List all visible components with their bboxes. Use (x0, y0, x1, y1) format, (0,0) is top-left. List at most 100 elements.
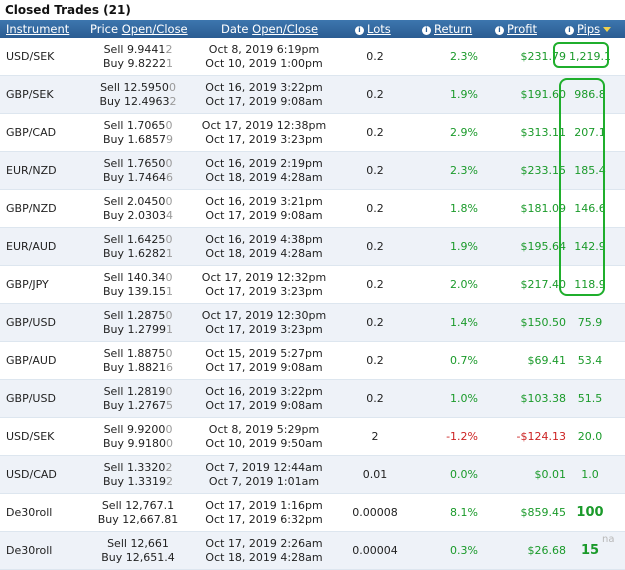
date-cell: Oct 16, 2019 3:22pm Oct 17, 2019 9:08am (205, 80, 323, 108)
date-cell: Oct 16, 2019 2:19pm Oct 18, 2019 4:28am (205, 156, 323, 184)
profit-cell: $26.68 (527, 544, 567, 557)
watermark: na (602, 534, 615, 545)
profit-cell: $217.40 (520, 278, 567, 291)
price-sort-link[interactable]: Open/Close (122, 22, 188, 36)
table-row[interactable]: GBP/JPY Sell 140.340 Buy 139.151 Oct 17, 20… (0, 266, 625, 304)
return-cell: 1.8% (450, 202, 478, 215)
date-cell: Oct 8, 2019 5:29pm Oct 10, 2019 9:50am (205, 422, 323, 450)
table-row[interactable]: EUR/NZD Sell 1.76500 Buy 1.74646 Oct 16, 20… (0, 152, 625, 190)
instrument-cell: GBP/SEK (6, 88, 54, 101)
date-cell: Oct 7, 2019 12:44am Oct 7, 2019 1:01am (205, 460, 323, 488)
highlight-annotation (559, 78, 605, 296)
date-cell: Oct 17, 2019 1:16pm Oct 17, 2019 6:32pm (205, 498, 323, 526)
price-cell: Sell 9.92000 Buy 9.91800 (102, 422, 174, 450)
lots-cell: 0.2 (366, 278, 384, 291)
pips-cell: 100 (576, 505, 604, 520)
col-date[interactable]: Date Open/Close (221, 20, 318, 38)
table-row[interactable]: USD/SEK Sell 9.94412 Buy 9.82221 Oct 8, 201… (0, 38, 625, 76)
price-cell: Sell 1.33202 Buy 1.33192 (102, 460, 174, 488)
date-cell: Oct 17, 2019 12:30pm Oct 17, 2019 3:23pm (201, 308, 327, 336)
return-cell: 2.3% (450, 50, 478, 63)
col-price[interactable]: Price Open/Close (90, 20, 188, 38)
lots-cell: 0.00008 (352, 506, 398, 519)
return-cell: -1.2% (446, 430, 478, 443)
instrument-cell: EUR/NZD (6, 164, 57, 177)
instrument-cell: USD/SEK (6, 430, 55, 443)
instrument-cell: GBP/USD (6, 316, 56, 329)
lots-cell: 2 (371, 430, 379, 443)
lots-cell: 0.2 (366, 202, 384, 215)
lots-cell: 0.2 (366, 126, 384, 139)
return-cell: 1.9% (450, 88, 478, 101)
profit-cell: $195.64 (520, 240, 567, 253)
info-icon: i (422, 26, 431, 35)
table-row[interactable]: EUR/AUD Sell 1.64250 Buy 1.62821 Oct 16, 20… (0, 228, 625, 266)
profit-cell: $103.38 (520, 392, 567, 405)
lots-cell: 0.2 (366, 354, 384, 367)
date-cell: Oct 15, 2019 5:27pm Oct 17, 2019 9:08am (205, 346, 323, 374)
date-sort-link[interactable]: Open/Close (252, 22, 318, 36)
info-icon: i (565, 26, 574, 35)
profit-cell: $233.15 (520, 164, 567, 177)
col-return[interactable]: i Return (422, 20, 472, 38)
instrument-cell: EUR/AUD (6, 240, 57, 253)
price-cell: Sell 9.94412 Buy 9.82221 (102, 42, 174, 70)
date-cell: Oct 17, 2019 12:32pm Oct 17, 2019 3:23pm (201, 270, 327, 298)
price-cell: Sell 1.70650 Buy 1.68579 (102, 118, 174, 146)
return-cell: 1.0% (450, 392, 478, 405)
lots-cell: 0.2 (366, 88, 384, 101)
col-profit[interactable]: i Profit (495, 20, 537, 38)
col-lots[interactable]: i Lots (355, 20, 391, 38)
price-cell: Sell 1.28750 Buy 1.27991 (102, 308, 174, 336)
lots-cell: 0.00004 (352, 544, 398, 557)
date-cell: Oct 16, 2019 3:22pm Oct 17, 2019 9:08am (205, 384, 323, 412)
return-cell: 1.4% (450, 316, 478, 329)
table-row[interactable]: GBP/AUD Sell 1.88750 Buy 1.88216 Oct 15, 20… (0, 342, 625, 380)
instrument-cell: GBP/JPY (6, 278, 49, 291)
return-cell: 0.3% (450, 544, 478, 557)
highlight-annotation (553, 42, 609, 68)
instrument-cell: USD/SEK (6, 50, 55, 63)
table-row[interactable]: GBP/USD Sell 1.28750 Buy 1.27991 Oct 17, 20… (0, 304, 625, 342)
price-cell: Sell 1.64250 Buy 1.62821 (102, 232, 174, 260)
price-cell: Sell 140.340 Buy 139.151 (102, 270, 174, 298)
pips-cell: 1.0 (581, 468, 599, 481)
table-row[interactable]: USD/SEK Sell 9.92000 Buy 9.91800 Oct 8, 201… (0, 418, 625, 456)
table-row[interactable]: GBP/NZD Sell 2.04500 Buy 2.03034 Oct 16, 20… (0, 190, 625, 228)
col-pips[interactable]: i Pips (565, 20, 612, 38)
profit-cell: -$124.13 (516, 430, 566, 443)
return-cell: 2.3% (450, 164, 478, 177)
table-row[interactable]: GBP/SEK Sell 12.59500 Buy 12.49632 Oct 16, … (0, 76, 625, 114)
panel-title: Closed Trades (21) (0, 0, 625, 20)
price-cell: Sell 12,661 Buy 12,651.4 (101, 536, 175, 564)
lots-cell: 0.01 (362, 468, 388, 481)
table-header: Instrument Price Open/Close Date Open/Cl… (0, 20, 625, 38)
sort-desc-icon (603, 27, 612, 32)
table-row[interactable]: De30roll Sell 12,767.1 Buy 12,667.81 Oct 17… (0, 494, 625, 532)
instrument-cell: De30roll (6, 506, 53, 519)
price-cell: Sell 12,767.1 Buy 12,667.81 (97, 498, 179, 526)
lots-cell: 0.2 (366, 50, 384, 63)
pips-cell: 75.9 (577, 316, 603, 329)
info-icon: i (495, 26, 504, 35)
instrument-cell: De30roll (6, 544, 53, 557)
col-instrument[interactable]: Instrument (6, 20, 69, 38)
table-row[interactable]: De30roll Sell 12,661 Buy 12,651.4 Oct 17, 2… (0, 532, 625, 570)
price-cell: Sell 12.59500 Buy 12.49632 (99, 80, 177, 108)
date-cell: Oct 16, 2019 3:21pm Oct 17, 2019 9:08am (205, 194, 323, 222)
pips-cell: 51.5 (577, 392, 603, 405)
lots-cell: 0.2 (366, 392, 384, 405)
trades-table-body: USD/SEK Sell 9.94412 Buy 9.82221 Oct 8, 201… (0, 38, 625, 570)
return-cell: 1.9% (450, 240, 478, 253)
date-cell: Oct 8, 2019 6:19pm Oct 10, 2019 1:00pm (205, 42, 323, 70)
return-cell: 2.0% (450, 278, 478, 291)
profit-cell: $181.09 (520, 202, 567, 215)
table-row[interactable]: GBP/USD Sell 1.28190 Buy 1.27675 Oct 16, 20… (0, 380, 625, 418)
date-cell: Oct 17, 2019 2:26am Oct 18, 2019 4:28am (205, 536, 323, 564)
table-row[interactable]: USD/CAD Sell 1.33202 Buy 1.33192 Oct 7, 201… (0, 456, 625, 494)
profit-cell: $191.60 (520, 88, 567, 101)
table-row[interactable]: GBP/CAD Sell 1.70650 Buy 1.68579 Oct 17, 20… (0, 114, 625, 152)
instrument-cell: USD/CAD (6, 468, 57, 481)
instrument-cell: GBP/USD (6, 392, 56, 405)
lots-cell: 0.2 (366, 164, 384, 177)
